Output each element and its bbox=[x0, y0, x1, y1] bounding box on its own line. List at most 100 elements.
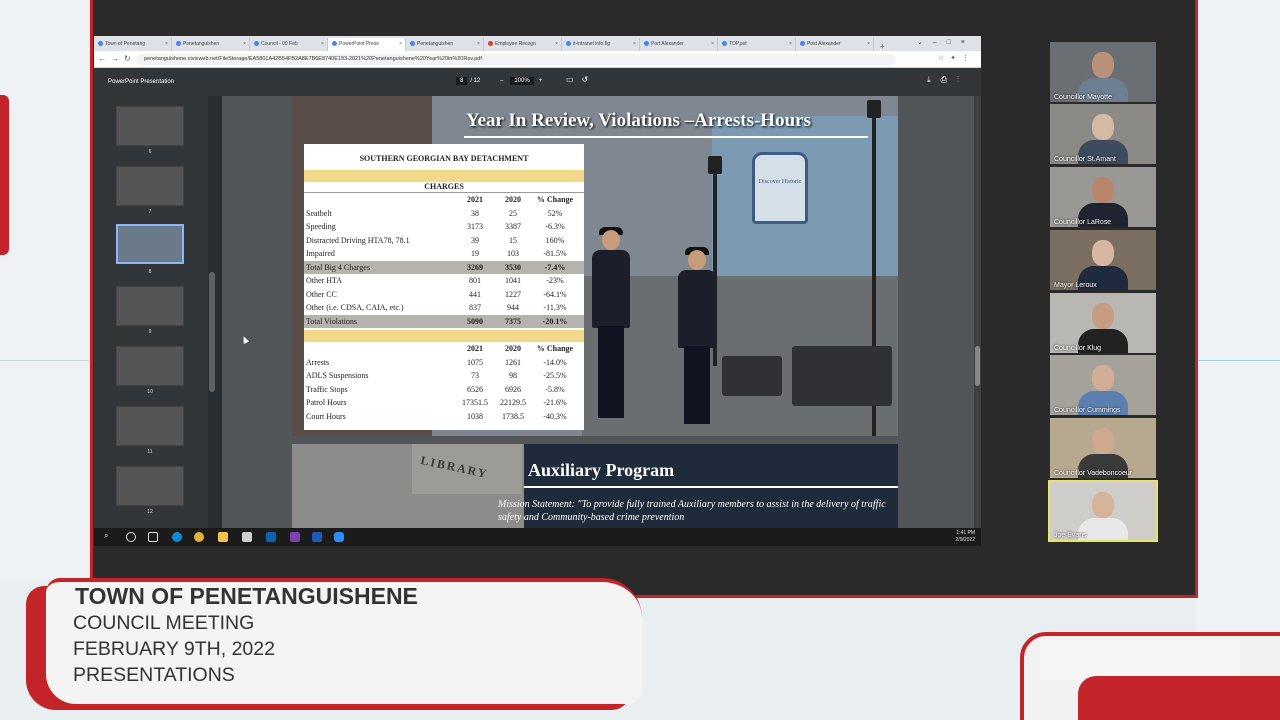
table-cell: -6.3% bbox=[545, 222, 565, 232]
browser-tab[interactable]: Penetanguishen × bbox=[406, 38, 484, 51]
browser-tab[interactable]: Post Alexander × bbox=[796, 38, 874, 51]
file-explorer-icon[interactable] bbox=[218, 532, 228, 542]
pdf-viewer: 6 7 8 9 10 11 12 Discover Historic Year … bbox=[94, 96, 981, 534]
browser-tab[interactable]: Town of Penetang × bbox=[94, 38, 172, 51]
page-thumbnail[interactable] bbox=[116, 106, 184, 146]
scrollbar-thumb[interactable] bbox=[975, 346, 980, 386]
table-cell: 801 bbox=[469, 276, 481, 286]
zoom-in-icon[interactable]: + bbox=[539, 78, 545, 84]
table-cell: Patrol Hours bbox=[306, 398, 347, 408]
scrollbar-thumb[interactable] bbox=[209, 272, 215, 392]
table-cell: 1041 bbox=[505, 276, 521, 286]
browser-tab[interactable]: Employee Recogn × bbox=[484, 38, 562, 51]
slide-title: Auxiliary Program bbox=[528, 460, 675, 480]
url-field[interactable]: penetanguishene.civicweb.net/FileStorage… bbox=[136, 54, 896, 65]
lower-third-line: FEBRUARY 9TH, 2022 bbox=[73, 638, 275, 660]
window-controls-icon[interactable]: ⌄–□× bbox=[917, 38, 975, 46]
zoom-out-icon[interactable]: – bbox=[500, 78, 505, 84]
police-officer-image bbox=[674, 247, 720, 426]
close-icon[interactable]: × bbox=[399, 41, 402, 47]
close-icon[interactable]: × bbox=[867, 41, 870, 47]
word-icon[interactable] bbox=[312, 532, 322, 542]
table-cell: Seatbelt bbox=[306, 208, 332, 218]
participant-tile[interactable]: Councillor Mayotte bbox=[1050, 42, 1156, 102]
table-cell: Court Hours bbox=[306, 411, 346, 421]
browser-tab[interactable]: TOP.pst × bbox=[718, 38, 796, 51]
participant-name: Councillor LaRose bbox=[1054, 219, 1112, 226]
table-cell: Total Violations bbox=[306, 316, 358, 326]
table-cell: -7.4% bbox=[544, 262, 566, 272]
outlook-icon[interactable] bbox=[266, 532, 276, 542]
browser-tab[interactable]: it-intranet info.fig × bbox=[562, 38, 640, 51]
cortana-icon[interactable] bbox=[126, 532, 136, 542]
close-icon[interactable]: × bbox=[633, 41, 636, 47]
participant-name: Councillor Cummings bbox=[1054, 407, 1121, 414]
page-thumbnail-selected[interactable] bbox=[116, 224, 184, 264]
page-thumbnail[interactable] bbox=[116, 346, 184, 386]
table-cell: -5.8% bbox=[545, 384, 565, 394]
table-cell: 17351.5 bbox=[462, 398, 488, 408]
zoom-app-icon[interactable] bbox=[334, 532, 344, 542]
close-icon[interactable]: × bbox=[321, 41, 324, 47]
fit-rotate-icons[interactable]: ▭↺ bbox=[566, 75, 596, 84]
table-total-row: Total Violations 5090 7375 -20.1% bbox=[304, 314, 584, 328]
browser-tab[interactable]: Council - 09 Feb × bbox=[250, 38, 328, 51]
page-thumbnail[interactable] bbox=[116, 406, 184, 446]
table-cell: Total Big 4 Charges bbox=[306, 262, 370, 272]
zoom-level[interactable]: 100% bbox=[510, 77, 534, 85]
new-tab-icon[interactable]: + bbox=[874, 42, 891, 51]
participant-tile[interactable]: Councillor Cummings bbox=[1050, 355, 1156, 415]
download-print-menu-icons[interactable]: ⤓⎙⋮ bbox=[927, 75, 969, 85]
page-number-input[interactable]: 8 bbox=[456, 77, 468, 85]
participant-tile[interactable]: Councillor LaRose bbox=[1050, 167, 1156, 227]
close-icon[interactable]: × bbox=[711, 41, 714, 47]
close-icon[interactable]: × bbox=[555, 41, 558, 47]
table-row: Speeding 3173 3387 -6.3% bbox=[304, 220, 584, 234]
tab-favicon-icon bbox=[98, 41, 103, 47]
tab-favicon-icon bbox=[176, 41, 181, 47]
pdf-toolbar: PowerPoint Presentation 8/ 12 –100% + ▭↺ … bbox=[94, 68, 981, 96]
browser-tab-active[interactable]: PowerPoint Prese × bbox=[328, 38, 406, 51]
thumbnail-number: 8 bbox=[148, 269, 152, 275]
participant-tile[interactable]: Councillor St.Amant bbox=[1050, 104, 1156, 164]
participant-tile[interactable]: Mayor Leroux bbox=[1050, 230, 1156, 290]
thumbnail-scrollbar[interactable] bbox=[208, 96, 216, 528]
participant-tile-active-speaker[interactable]: Joe Evans bbox=[1048, 480, 1158, 542]
participant-name: Councillor Vadeboncoeur bbox=[1054, 470, 1133, 477]
thumbnail-sidebar: 6 7 8 9 10 11 12 bbox=[94, 96, 216, 528]
taskbar-clock[interactable]: 1:41 PM 2/9/2022 bbox=[956, 530, 975, 544]
table-cell: 1738.5 bbox=[502, 411, 524, 421]
slide-title: Year In Review, Violations –Arrests-Hour… bbox=[466, 110, 811, 131]
search-icon[interactable]: ⌕ bbox=[104, 531, 114, 541]
table-row: Patrol Hours 17351.5 22129.5 -21.6% bbox=[304, 396, 584, 410]
table-cell: Speeding bbox=[306, 222, 336, 232]
table-cell: 3387 bbox=[505, 222, 521, 232]
table-cell: -81.5% bbox=[543, 249, 567, 259]
charges-rows: Seatbelt 38 25 52% Speeding 3173 3387 -6.3% Dist… bbox=[304, 207, 584, 328]
close-icon[interactable]: × bbox=[789, 41, 792, 47]
participant-tile[interactable]: Councillor Vadeboncoeur bbox=[1050, 418, 1156, 478]
table-row: Seatbelt 38 25 52% bbox=[304, 207, 584, 221]
close-icon[interactable]: × bbox=[165, 41, 168, 47]
corner-decoration bbox=[1078, 676, 1280, 720]
task-view-icon[interactable] bbox=[148, 532, 158, 542]
pdf-scrollbar[interactable] bbox=[974, 96, 981, 528]
page-thumbnail[interactable] bbox=[116, 166, 184, 206]
navigation-arrows-icon[interactable]: ←→↻ bbox=[98, 54, 136, 63]
table-cell: 1261 bbox=[505, 357, 521, 367]
browser-tab[interactable]: Penetanguishen × bbox=[172, 38, 250, 51]
close-icon[interactable]: × bbox=[243, 41, 246, 47]
extension-icons[interactable]: ☆✦⋮ bbox=[938, 54, 975, 62]
participant-tile[interactable]: Councillor Klug bbox=[1050, 293, 1156, 353]
chrome-icon[interactable] bbox=[194, 532, 204, 542]
store-icon[interactable] bbox=[242, 532, 252, 542]
edge-icon[interactable] bbox=[172, 532, 182, 542]
close-icon[interactable]: × bbox=[477, 41, 480, 47]
table-cell: 1075 bbox=[467, 357, 483, 367]
table-cell: 15 bbox=[509, 235, 517, 245]
page-thumbnail[interactable] bbox=[116, 286, 184, 326]
onenote-icon[interactable] bbox=[290, 532, 300, 542]
page-thumbnail[interactable] bbox=[116, 466, 184, 506]
table-cell: 160% bbox=[545, 235, 565, 245]
browser-tab[interactable]: Port Alexander × bbox=[640, 38, 718, 51]
